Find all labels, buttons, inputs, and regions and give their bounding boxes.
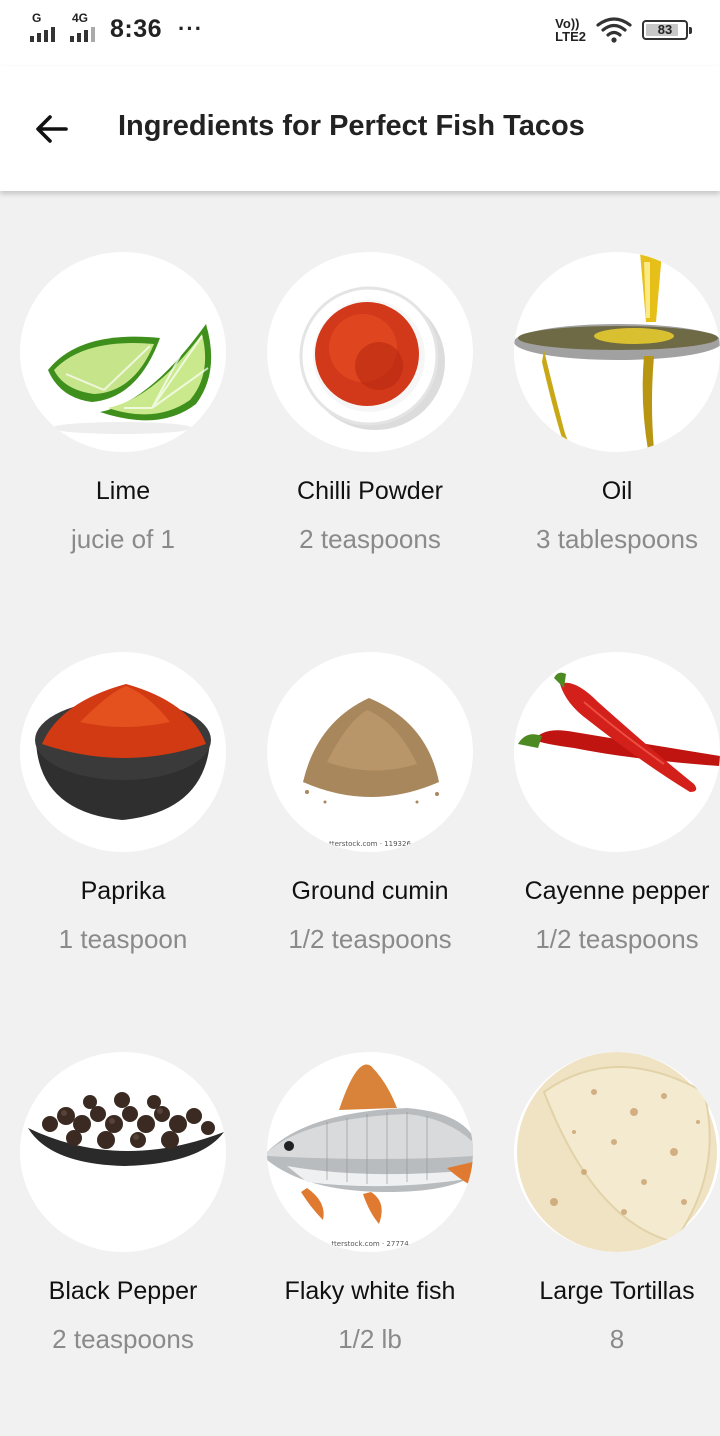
watermark-text: tterstock.com · 119326 xyxy=(329,840,411,848)
status-left: G 4G 8:36 ··· xyxy=(30,11,204,44)
ingredient-quantity: 8 xyxy=(609,1324,625,1354)
ingredient-name: Ground cumin xyxy=(291,877,449,905)
page-title: Ingredients for Perfect Fish Tacos xyxy=(118,110,585,142)
watermark-text: tterstock.com · 27774 xyxy=(331,1240,409,1248)
ingredient-quantity: 1/2 teaspoons xyxy=(535,924,699,954)
back-button[interactable] xyxy=(28,106,76,154)
status-right: Vo)) LTE2 83 xyxy=(555,16,692,44)
ingredient-quantity: 1/2 lb xyxy=(338,1324,402,1354)
ingredient-quantity: 2 teaspoons xyxy=(52,1324,194,1354)
battery-level: 83 xyxy=(657,22,673,37)
battery-icon: 83 xyxy=(642,20,692,40)
network-type-label: 4G xyxy=(72,11,89,25)
ingredient-card-flaky-white-fish[interactable]: tterstock.com · 27774 Flaky white fish 1… xyxy=(247,1052,493,1354)
ingredient-name: Oil xyxy=(601,477,633,505)
ingredient-card-large-tortillas[interactable]: Large Tortillas 8 xyxy=(494,1052,720,1354)
ingredient-quantity: 1/2 teaspoons xyxy=(288,924,452,954)
ingredient-quantity: 2 teaspoons xyxy=(299,524,441,554)
ingredient-name: Chilli Powder xyxy=(297,477,443,505)
ingredient-card-cayenne-pepper[interactable]: Cayenne pepper 1/2 teaspoons xyxy=(494,652,720,954)
clock: 8:36 xyxy=(110,14,163,43)
ingredient-image-chilli-powder xyxy=(267,252,473,452)
ingredient-card-oil[interactable]: Oil 3 tablespoons xyxy=(494,252,720,554)
ingredient-image-black-pepper xyxy=(20,1052,226,1252)
ingredient-image-large-tortillas xyxy=(514,1052,720,1252)
ingredient-quantity: 3 tablespoons xyxy=(536,524,698,554)
status-bar: G 4G 8:36 ··· Vo)) LTE2 83 xyxy=(0,0,720,66)
ingredient-card-chilli-powder[interactable]: Chilli Powder 2 teaspoons xyxy=(247,252,493,554)
lte-label: LTE2 xyxy=(555,29,586,44)
volte-icon: Vo)) LTE2 xyxy=(555,17,586,43)
ingredient-image-paprika xyxy=(20,652,226,852)
app-bar: Ingredients for Perfect Fish Tacos xyxy=(0,66,720,191)
more-notifications-icon: ··· xyxy=(178,16,204,41)
ingredient-card-lime[interactable]: Lime jucie of 1 xyxy=(0,252,246,554)
ingredient-image-flaky-white-fish: tterstock.com · 27774 xyxy=(267,1052,473,1252)
wifi-icon xyxy=(596,17,632,43)
signal-icon-sim1: G xyxy=(30,11,60,44)
ingredient-name: Black Pepper xyxy=(48,1277,198,1305)
ingredient-card-paprika[interactable]: Paprika 1 teaspoon xyxy=(0,652,246,954)
arrow-left-icon xyxy=(36,115,68,143)
ingredient-card-black-pepper[interactable]: Black Pepper 2 teaspoons xyxy=(0,1052,246,1354)
ingredient-image-oil xyxy=(514,252,720,452)
ingredient-card-ground-cumin[interactable]: tterstock.com · 119326 Ground cumin 1/2 … xyxy=(247,652,493,954)
ingredient-name: Lime xyxy=(95,477,151,505)
ingredient-name: Large Tortillas xyxy=(539,1277,695,1305)
ingredient-name: Paprika xyxy=(80,877,166,905)
ingredient-image-cayenne-pepper xyxy=(514,652,720,852)
ingredient-quantity: jucie of 1 xyxy=(70,524,176,554)
signal-icon-sim2: 4G xyxy=(70,11,100,44)
ingredient-image-ground-cumin: tterstock.com · 119326 xyxy=(267,652,473,852)
ingredient-image-lime xyxy=(20,252,226,452)
ingredient-name: Flaky white fish xyxy=(284,1277,456,1305)
ingredient-quantity: 1 teaspoon xyxy=(58,924,188,954)
network-type-label: G xyxy=(32,11,42,25)
ingredient-name: Cayenne pepper xyxy=(524,877,710,905)
